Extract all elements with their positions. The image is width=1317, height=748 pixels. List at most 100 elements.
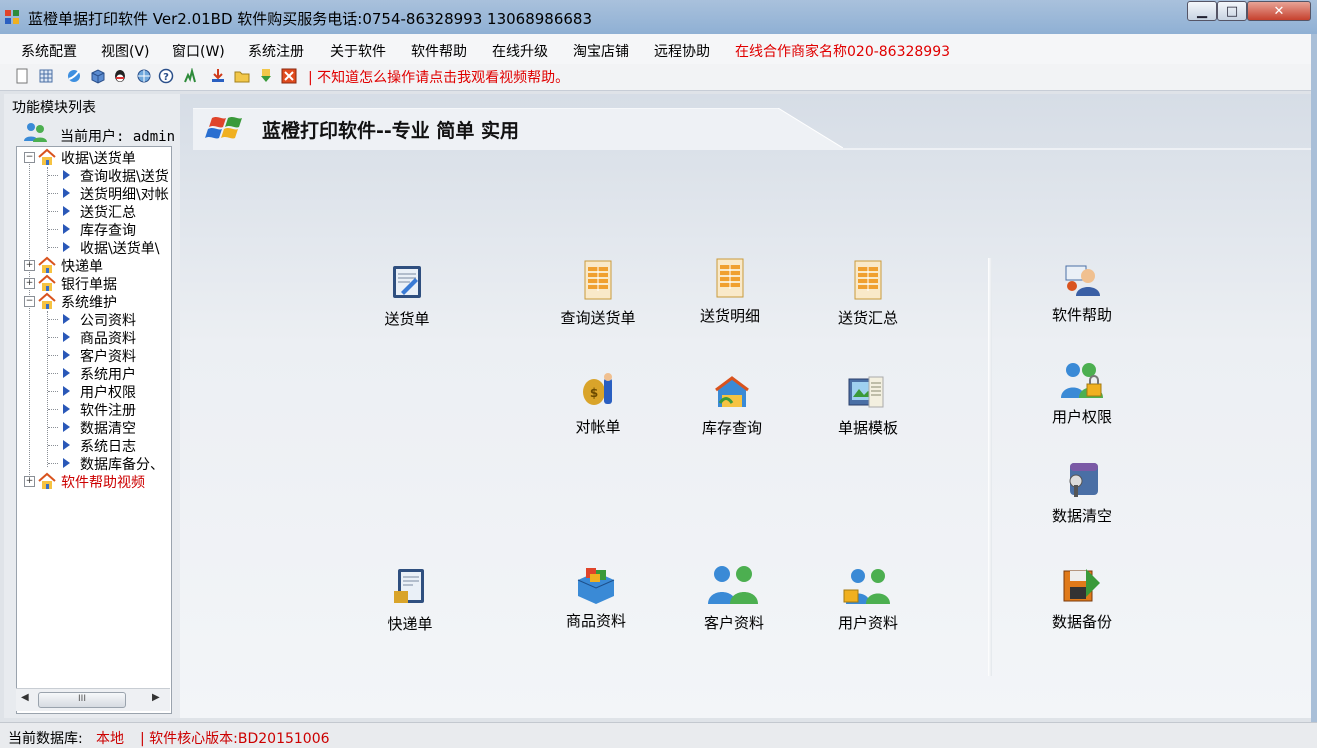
download-icon[interactable] xyxy=(258,68,274,84)
help-icon[interactable]: ? xyxy=(158,68,174,84)
module-goods[interactable]: 商品资料 xyxy=(558,564,634,631)
house-icon xyxy=(38,274,56,291)
expand-toggle[interactable]: + xyxy=(24,260,35,271)
tree-node-maintenance[interactable]: − 系统维护 xyxy=(17,292,171,311)
tree-leaf-label: 用户权限 xyxy=(80,385,136,401)
tree-leaf-registration[interactable]: 软件注册 xyxy=(17,400,171,419)
inventory-icon xyxy=(715,376,749,407)
menu-window[interactable]: 窗口(W) xyxy=(172,41,225,61)
module-user-permission[interactable]: 用户权限 xyxy=(1044,360,1120,427)
module-delivery-detail[interactable]: 送货明细 xyxy=(694,257,766,326)
menu-taobao-shop[interactable]: 淘宝店铺 xyxy=(573,41,629,61)
module-delivery-summary[interactable]: 送货汇总 xyxy=(832,259,904,328)
goods-icon xyxy=(577,568,615,604)
minimize-button[interactable]: ▁ xyxy=(1187,1,1217,21)
maximize-button[interactable]: □ xyxy=(1217,1,1247,21)
house-icon xyxy=(38,292,56,309)
module-label: 用户资料 xyxy=(837,614,898,632)
import-icon[interactable] xyxy=(210,68,226,84)
module-query-delivery[interactable]: 查询送货单 xyxy=(556,259,640,328)
express-icon xyxy=(394,569,424,603)
tree-leaf-system-users[interactable]: 系统用户 xyxy=(17,364,171,383)
exit-icon[interactable] xyxy=(281,68,297,84)
scroll-left-icon[interactable]: ◀ xyxy=(21,692,29,703)
menu-register[interactable]: 系统注册 xyxy=(248,41,304,61)
tree-leaf-receipt-other[interactable]: 收据\送货单\ xyxy=(17,238,171,257)
internet-icon[interactable] xyxy=(66,68,82,84)
tree-leaf-label: 送货明细\对帐 xyxy=(80,187,169,203)
tree-leaf-db-backup[interactable]: 数据库备分、 xyxy=(17,454,171,473)
tree-leaf-label: 商品资料 xyxy=(80,331,136,347)
tree-node-receipt[interactable]: − 收据\送货单 xyxy=(17,148,171,167)
partner-info[interactable]: 在线合作商家名称020-86328993 xyxy=(735,41,950,61)
scroll-right-icon[interactable]: ▶ xyxy=(152,692,160,703)
tree-leaf-permissions[interactable]: 用户权限 xyxy=(17,382,171,401)
arrow-icon xyxy=(63,350,70,360)
package-icon[interactable] xyxy=(90,68,106,84)
tree-leaf-query-receipt[interactable]: 查询收据\送货 xyxy=(17,166,171,185)
module-delivery-note[interactable]: 送货单 xyxy=(371,262,443,329)
globe-icon[interactable] xyxy=(136,68,152,84)
svg-text:$: $ xyxy=(590,386,598,400)
panel-title: 功能模块列表 xyxy=(12,100,96,116)
tree-leaf-label: 系统用户 xyxy=(80,367,136,383)
horizontal-scrollbar[interactable]: ◀ III ▶ xyxy=(16,688,170,711)
tree-leaf-inventory[interactable]: 库存查询 xyxy=(17,220,171,239)
menu-upgrade[interactable]: 在线升级 xyxy=(492,41,548,61)
table-icon[interactable] xyxy=(38,68,54,84)
new-icon[interactable] xyxy=(14,68,30,84)
module-express[interactable]: 快递单 xyxy=(374,567,446,634)
tree-node-label: 银行单据 xyxy=(61,277,117,293)
collapse-toggle[interactable]: − xyxy=(24,296,35,307)
search-icon[interactable] xyxy=(182,68,198,84)
expand-toggle[interactable]: + xyxy=(24,476,35,487)
module-statement[interactable]: $ 对帐单 xyxy=(562,372,634,437)
clear-data-icon xyxy=(1069,463,1098,497)
menu-view[interactable]: 视图(V) xyxy=(101,41,150,61)
db-label: 当前数据库: xyxy=(8,731,83,747)
close-button[interactable]: ✕ xyxy=(1247,1,1311,21)
collapse-toggle[interactable]: − xyxy=(24,152,35,163)
house-icon xyxy=(38,472,56,489)
arrow-icon xyxy=(63,224,70,234)
arrow-icon xyxy=(63,206,70,216)
tree-leaf-delivery-detail[interactable]: 送货明细\对帐 xyxy=(17,184,171,203)
menu-remote-assist[interactable]: 远程协助 xyxy=(654,41,710,61)
module-label: 送货汇总 xyxy=(837,309,898,327)
module-user-data[interactable]: 用户资料 xyxy=(830,564,906,633)
module-template[interactable]: 单据模板 xyxy=(830,375,906,438)
tree-leaf-delivery-summary[interactable]: 送货汇总 xyxy=(17,202,171,221)
tree-leaf-customers[interactable]: 客户资料 xyxy=(17,346,171,365)
tree-leaf-system-log[interactable]: 系统日志 xyxy=(17,436,171,455)
menu-about[interactable]: 关于软件 xyxy=(330,41,386,61)
windows-logo-icon xyxy=(205,117,242,139)
tree-leaf-company[interactable]: 公司资料 xyxy=(17,310,171,329)
module-data-backup[interactable]: 数据备份 xyxy=(1044,565,1120,632)
video-help-link[interactable]: | 不知道怎么操作请点击我观看视频帮助。 xyxy=(308,67,569,87)
tree-node-express[interactable]: + 快递单 xyxy=(17,256,171,275)
tree-node-help-video[interactable]: + 软件帮助视频 xyxy=(17,472,171,491)
tree-leaf-goods[interactable]: 商品资料 xyxy=(17,328,171,347)
house-icon xyxy=(38,256,56,273)
menu-system-config[interactable]: 系统配置 xyxy=(21,41,77,61)
expand-toggle[interactable]: + xyxy=(24,278,35,289)
module-software-help[interactable]: 软件帮助 xyxy=(1044,262,1120,325)
tree-node-bank[interactable]: + 银行单据 xyxy=(17,274,171,293)
module-tree[interactable]: − 收据\送货单 查询收据\送货 送货明细\对帐 送货汇总 库存查询 收据\送货… xyxy=(16,146,172,714)
qq-icon[interactable] xyxy=(112,68,128,84)
tree-leaf-clear-data[interactable]: 数据清空 xyxy=(17,418,171,437)
module-clear-data[interactable]: 数据清空 xyxy=(1044,459,1120,526)
folder-icon[interactable] xyxy=(234,68,250,84)
module-label: 库存查询 xyxy=(701,419,762,437)
current-user: 当前用户: admin xyxy=(60,129,176,145)
tree-leaf-label: 收据\送货单\ xyxy=(80,241,160,257)
module-inventory[interactable]: 库存查询 xyxy=(694,375,770,438)
arrow-icon xyxy=(63,458,70,468)
menu-help[interactable]: 软件帮助 xyxy=(411,41,467,61)
module-label: 数据备份 xyxy=(1051,613,1112,631)
module-customers[interactable]: 客户资料 xyxy=(696,562,772,633)
scroll-thumb[interactable]: III xyxy=(38,692,126,708)
tree-node-label: 收据\送货单 xyxy=(61,151,136,167)
tree-leaf-label: 库存查询 xyxy=(80,223,136,239)
scroll-grip: III xyxy=(78,694,86,704)
